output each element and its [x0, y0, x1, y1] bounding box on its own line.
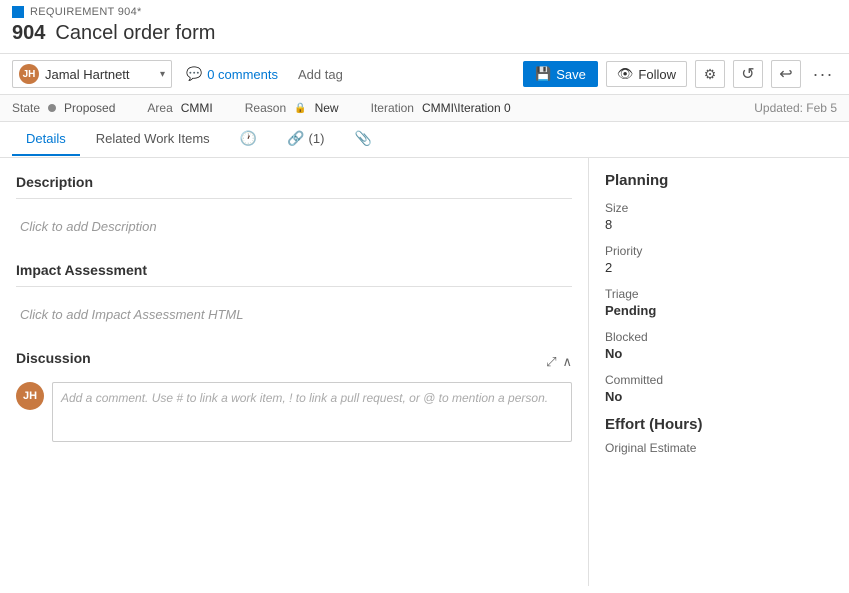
- impact-divider: [16, 286, 572, 287]
- comments-button[interactable]: 💬 0 comments: [180, 63, 284, 85]
- work-item-title: Cancel order form: [55, 22, 215, 45]
- reason-value: New: [315, 101, 339, 115]
- tab-links[interactable]: 🔗 (1): [273, 122, 338, 157]
- refresh-button[interactable]: ↺: [733, 60, 763, 88]
- main-content: Description Click to add Description Imp…: [0, 158, 849, 586]
- link-icon: 🔗: [287, 130, 304, 147]
- iteration-label: Iteration: [371, 101, 414, 115]
- comment-bubble-icon: 💬: [186, 66, 202, 82]
- refresh-icon: ↺: [741, 64, 754, 84]
- chevron-down-icon: ▾: [160, 69, 165, 80]
- triage-value[interactable]: Pending: [605, 303, 833, 318]
- save-icon: 💾: [535, 66, 551, 82]
- size-field: Size 8: [605, 201, 833, 232]
- description-section: Description Click to add Description: [16, 174, 572, 242]
- triage-field: Triage Pending: [605, 287, 833, 318]
- discussion-header: Discussion ⤢ ∧: [16, 350, 572, 374]
- attachment-icon: 📎: [354, 130, 371, 147]
- description-title: Description: [16, 174, 572, 190]
- comment-box: JH Add a comment. Use # to link a work i…: [16, 382, 572, 442]
- discussion-title: Discussion: [16, 350, 91, 366]
- area-label: Area: [147, 101, 172, 115]
- work-item-id: 904: [12, 22, 45, 45]
- comments-count: 0 comments: [207, 67, 278, 82]
- effort-title: Effort (Hours): [605, 416, 833, 433]
- tab-details[interactable]: Details: [12, 123, 80, 156]
- requirement-icon: [12, 6, 24, 18]
- meta-row: State Proposed Area CMMI Reason 🔒 New It…: [0, 95, 849, 122]
- follow-label: Follow: [638, 67, 676, 82]
- blocked-field: Blocked No: [605, 330, 833, 361]
- tab-history[interactable]: 🕐: [226, 122, 271, 157]
- assignee-dropdown[interactable]: JH Jamal Hartnett ▾: [12, 60, 172, 88]
- discussion-icons: ⤢ ∧: [546, 354, 572, 370]
- state-dot: [48, 104, 56, 112]
- original-estimate-label: Original Estimate: [605, 441, 833, 455]
- history-icon: 🕐: [240, 130, 257, 147]
- iteration-field: Iteration CMMI\Iteration 0: [371, 101, 511, 115]
- tab-related-work-items[interactable]: Related Work Items: [82, 123, 224, 156]
- size-label: Size: [605, 201, 833, 215]
- link-count: (1): [309, 131, 325, 146]
- breadcrumb-text: REQUIREMENT 904*: [30, 6, 142, 18]
- committed-value[interactable]: No: [605, 389, 833, 404]
- description-input[interactable]: Click to add Description: [16, 211, 572, 242]
- tab-attachments[interactable]: 📎: [340, 122, 385, 157]
- left-panel: Description Click to add Description Imp…: [0, 158, 589, 586]
- updated-text: Updated: Feb 5: [754, 101, 837, 115]
- comment-input[interactable]: Add a comment. Use # to link a work item…: [52, 382, 572, 442]
- tab-details-label: Details: [26, 131, 66, 146]
- tab-bar: Details Related Work Items 🕐 🔗 (1) 📎: [0, 122, 849, 158]
- impact-title: Impact Assessment: [16, 262, 572, 278]
- title-row: 904 Cancel order form: [12, 22, 837, 45]
- lock-icon: 🔒: [294, 103, 306, 114]
- top-bar: REQUIREMENT 904* 904 Cancel order form: [0, 0, 849, 54]
- effort-section: Effort (Hours) Original Estimate: [605, 416, 833, 455]
- reason-label: Reason: [245, 101, 286, 115]
- more-icon: ···: [813, 64, 834, 85]
- avatar: JH: [19, 64, 39, 84]
- description-divider: [16, 198, 572, 199]
- reason-field: Reason 🔒 New: [245, 101, 339, 115]
- area-field: Area CMMI: [147, 101, 212, 115]
- priority-field: Priority 2: [605, 244, 833, 275]
- impact-input[interactable]: Click to add Impact Assessment HTML: [16, 299, 572, 330]
- discussion-section: Discussion ⤢ ∧ JH Add a comment. Use # t…: [16, 350, 572, 442]
- state-label: State: [12, 101, 40, 115]
- priority-label: Priority: [605, 244, 833, 258]
- settings-button[interactable]: ⚙: [695, 60, 725, 88]
- expand-icon[interactable]: ⤢: [546, 354, 556, 370]
- settings-icon: ⚙: [704, 66, 717, 83]
- committed-label: Committed: [605, 373, 833, 387]
- planning-title: Planning: [605, 172, 833, 189]
- iteration-value[interactable]: CMMI\Iteration 0: [422, 101, 511, 115]
- add-tag-button[interactable]: Add tag: [292, 64, 349, 85]
- eye-icon: 👁: [617, 66, 634, 82]
- state-field: State Proposed: [12, 101, 115, 115]
- more-button[interactable]: ···: [809, 60, 837, 88]
- undo-icon: ↩: [779, 64, 792, 84]
- area-value[interactable]: CMMI: [181, 101, 213, 115]
- save-button[interactable]: 💾 Save: [523, 61, 598, 87]
- size-value[interactable]: 8: [605, 217, 833, 232]
- save-label: Save: [556, 67, 586, 82]
- commenter-avatar: JH: [16, 382, 44, 410]
- state-value[interactable]: Proposed: [64, 101, 115, 115]
- original-estimate-field: Original Estimate: [605, 441, 833, 455]
- triage-label: Triage: [605, 287, 833, 301]
- impact-section: Impact Assessment Click to add Impact As…: [16, 262, 572, 330]
- collapse-icon[interactable]: ∧: [562, 354, 572, 370]
- blocked-label: Blocked: [605, 330, 833, 344]
- blocked-value[interactable]: No: [605, 346, 833, 361]
- assignee-name: Jamal Hartnett: [45, 67, 154, 82]
- undo-button[interactable]: ↩: [771, 60, 801, 88]
- priority-value[interactable]: 2: [605, 260, 833, 275]
- tab-related-label: Related Work Items: [96, 131, 210, 146]
- breadcrumb-row: REQUIREMENT 904*: [12, 6, 837, 18]
- toolbar: JH Jamal Hartnett ▾ 💬 0 comments Add tag…: [0, 54, 849, 95]
- right-panel: Planning Size 8 Priority 2 Triage Pendin…: [589, 158, 849, 586]
- follow-button[interactable]: 👁 Follow: [606, 61, 687, 87]
- committed-field: Committed No: [605, 373, 833, 404]
